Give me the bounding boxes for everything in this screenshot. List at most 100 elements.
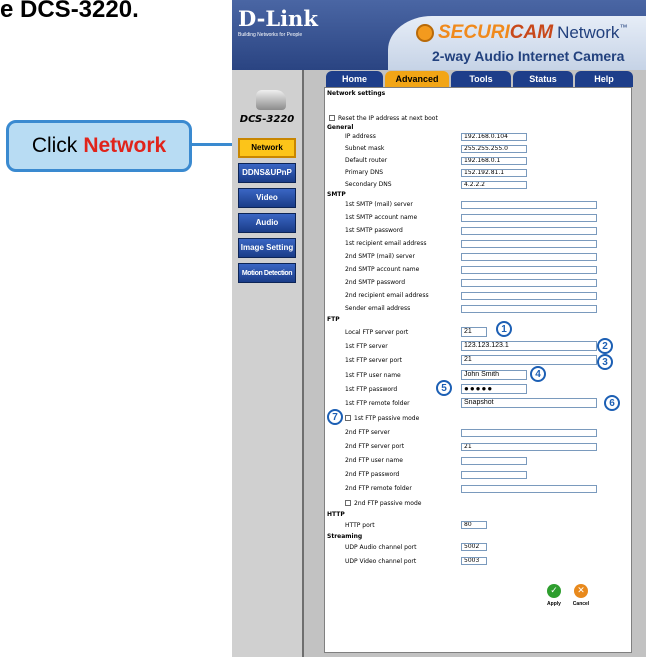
primary-dns-label: Primary DNS [345,169,384,176]
ftp1-user-label: 1st FTP user name [345,372,401,379]
camera-icon [256,90,286,110]
step-marker-7: 7 [327,409,343,425]
tab-advanced[interactable]: Advanced [385,71,449,87]
local-ftp-port-field[interactable]: 21 [461,327,487,337]
smtp1-account-field[interactable] [461,214,597,222]
camera-badge-icon [416,24,434,42]
sender-email-label: Sender email address [345,305,411,312]
default-router-label: Default router [345,157,388,164]
sidebar-item-image-setting[interactable]: Image Setting [238,238,296,258]
tab-help[interactable]: Help [575,71,633,87]
step-marker-5: 5 [436,380,452,396]
ftp2-user-field[interactable] [461,457,527,465]
sidebar-item-video[interactable]: Video [238,188,296,208]
sidebar-divider [302,70,304,657]
sidebar-item-network[interactable]: Network [238,138,296,158]
ftp2-server-label: 2nd FTP server [345,429,390,436]
sender-email-field[interactable] [461,305,597,313]
model-label: DCS-3220 [239,114,295,125]
ftp2-port-label: 2nd FTP server port [345,443,405,450]
ftp2-password-label: 2nd FTP password [345,471,400,478]
subnet-mask-field[interactable]: 255.255.255.0 [461,145,527,153]
camera-web-page: D-Link Building Networks for People SECU… [232,0,646,657]
udp-video-port-field[interactable]: 5003 [461,557,487,565]
ftp1-passive-label: 1st FTP passive mode [354,415,420,422]
smtp1-password-field[interactable] [461,227,597,235]
brand-panel: SECURICAM Network™ 2-way Audio Internet … [388,16,646,70]
udp-audio-port-field[interactable]: 5002 [461,543,487,551]
sidebar-item-motion-detection[interactable]: Motion Detection [238,263,296,283]
ftp2-remote-folder-label: 2nd FTP remote folder [345,485,412,492]
smtp1-password-label: 1st SMTP password [345,227,403,234]
callout-target: Network [83,134,167,157]
ftp2-passive-label: 2nd FTP passive mode [354,500,422,507]
heading-fragment: e DCS-3220. [0,0,139,23]
x-icon: ✕ [574,584,588,598]
tab-status[interactable]: Status [513,71,573,87]
ftp2-user-label: 2nd FTP user name [345,457,403,464]
step-marker-4: 4 [530,366,546,382]
step-marker-6: 6 [604,395,620,411]
secondary-dns-label: Secondary DNS [345,181,392,188]
ftp1-password-field[interactable]: ●●●●● [461,384,527,394]
sidebar-item-ddns-upnp[interactable]: DDNS&UPnP [238,163,296,183]
http-port-field[interactable]: 80 [461,521,487,529]
section-http: HTTP [327,511,345,518]
product-name-securi: SECURI [438,22,510,43]
trademark-mark: ™ [619,23,628,32]
product-name-cam: CAM [509,22,554,43]
apply-button[interactable]: ✓ Apply [539,584,569,612]
callout-connector [191,143,233,146]
ftp1-port-label: 1st FTP server port [345,357,402,364]
tab-tools[interactable]: Tools [451,71,511,87]
ip-address-field[interactable]: 192.168.0.104 [461,133,527,141]
reset-ip-label: Reset the IP address at next boot [338,115,438,122]
subnet-mask-label: Subnet mask [345,145,385,152]
step-marker-1: 1 [496,321,512,337]
primary-dns-field[interactable]: 152.192.81.1 [461,169,527,177]
smtp1-server-label: 1st SMTP (mail) server [345,201,413,208]
click-network-callout: Click Network [6,120,192,172]
ftp1-passive-checkbox[interactable] [345,415,351,421]
ftp2-port-field[interactable]: 21 [461,443,597,451]
section-smtp: SMTP [327,191,346,198]
product-subtitle: 2-way Audio Internet Camera [432,48,625,64]
tab-home[interactable]: Home [326,71,383,87]
product-name: SECURICAM Network™ [416,22,627,44]
ftp2-password-field[interactable] [461,471,527,479]
recipient2-email-label: 2nd recipient email address [345,292,429,299]
smtp2-server-field[interactable] [461,253,597,261]
callout-prefix: Click [31,134,78,157]
ftp1-password-label: 1st FTP password [345,386,398,393]
ftp2-remote-folder-field[interactable] [461,485,597,493]
ftp2-passive-checkbox[interactable] [345,500,351,506]
cancel-label: Cancel [572,601,590,607]
section-ftp: FTP [327,316,340,323]
ftp1-server-label: 1st FTP server [345,343,388,350]
ftp1-user-field[interactable]: John Smith [461,370,527,380]
smtp2-password-field[interactable] [461,279,597,287]
ftp1-remote-folder-label: 1st FTP remote folder [345,400,410,407]
recipient1-email-label: 1st recipient email address [345,240,427,247]
recipient1-email-field[interactable] [461,240,597,248]
ftp1-server-field[interactable]: 123.123.123.1 [461,341,597,351]
ip-address-label: IP address [345,133,376,140]
sidebar-item-audio[interactable]: Audio [238,213,296,233]
cancel-button[interactable]: ✕ Cancel [566,584,596,612]
smtp2-server-label: 2nd SMTP (mail) server [345,253,415,260]
checkmark-icon: ✓ [547,584,561,598]
reset-ip-checkbox[interactable] [329,115,335,121]
ftp1-port-field[interactable]: 21 [461,355,597,365]
default-router-field[interactable]: 192.168.0.1 [461,157,527,165]
ftp1-remote-folder-field[interactable]: Snapshot [461,398,597,408]
dlink-tagline: Building Networks for People [238,32,303,38]
network-settings-panel: Network settings Reset the IP address at… [324,87,632,653]
ftp2-server-field[interactable] [461,429,597,437]
smtp1-server-field[interactable] [461,201,597,209]
smtp2-account-field[interactable] [461,266,597,274]
secondary-dns-field[interactable]: 4.2.2.2 [461,181,527,189]
step-marker-3: 3 [597,354,613,370]
recipient2-email-field[interactable] [461,292,597,300]
udp-video-port-label: UDP Video channel port [345,558,417,565]
dlink-logo: D-Link [238,6,318,31]
